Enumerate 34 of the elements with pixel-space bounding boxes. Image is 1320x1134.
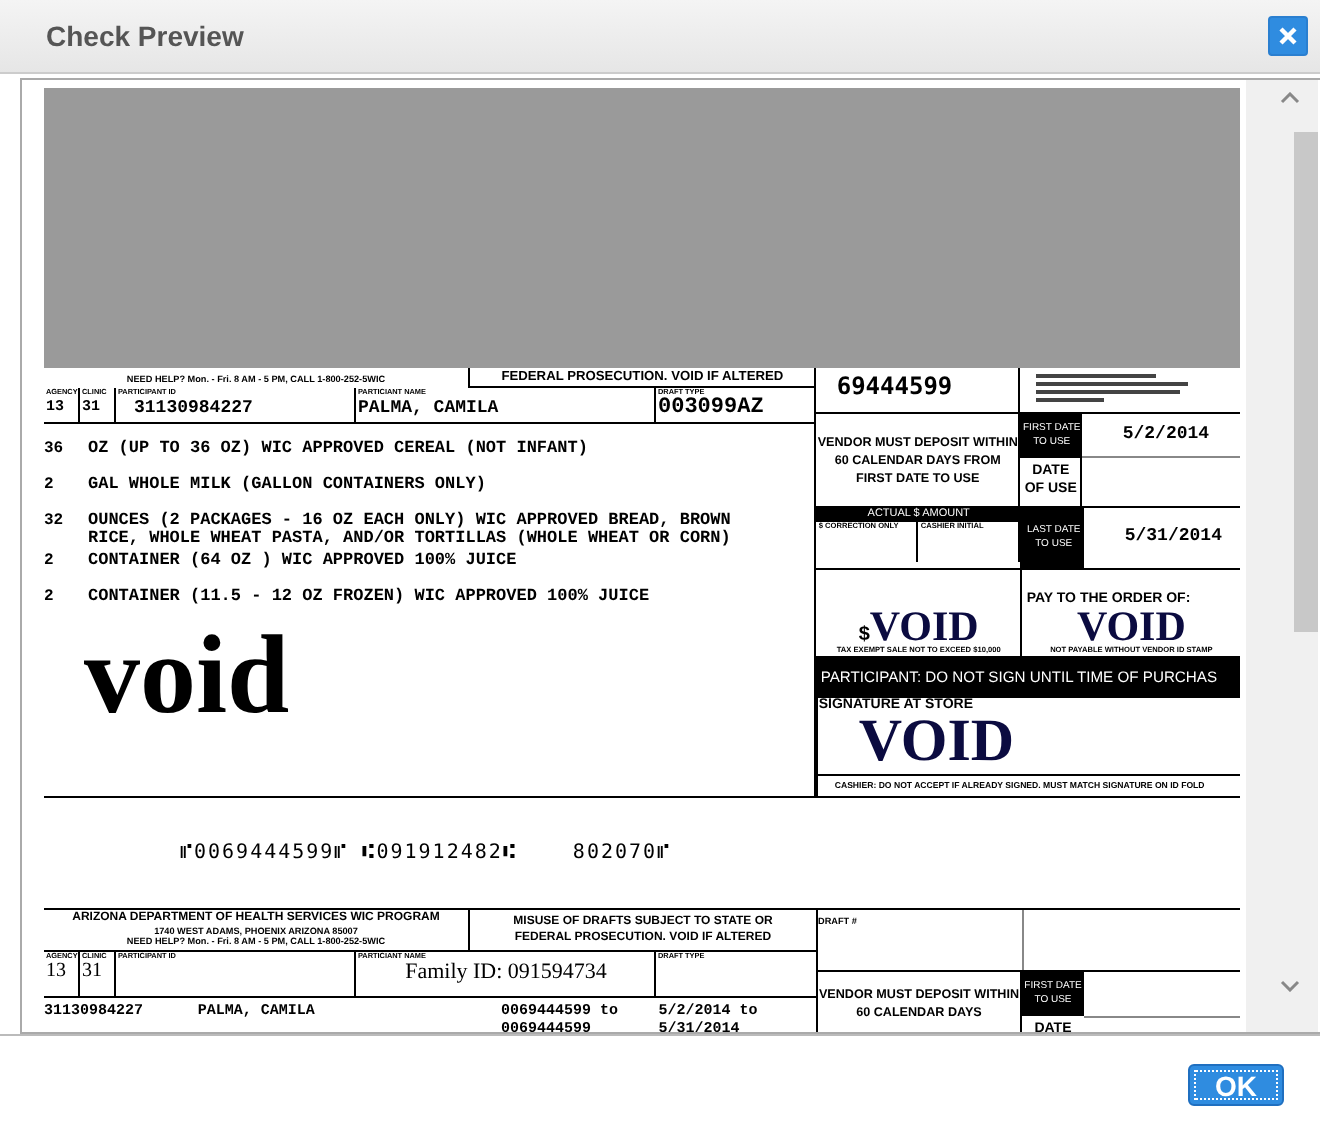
scrollbar[interactable] bbox=[1246, 80, 1318, 1032]
item-quantity: 36 bbox=[44, 440, 66, 458]
item-quantity: 2 bbox=[44, 588, 56, 606]
item-quantity: 32 bbox=[44, 512, 66, 534]
item-quantity: 2 bbox=[44, 476, 56, 494]
field-value: 31 bbox=[82, 962, 104, 982]
item-description: OZ (UP TO 36 OZ) WIC APPROVED CEREAL (NOT INFANT) bbox=[88, 440, 590, 458]
field-value: 31130984227 bbox=[132, 398, 255, 418]
close-icon bbox=[1278, 26, 1298, 46]
scroll-thumb[interactable] bbox=[1294, 132, 1318, 632]
draft-number: 69444599 bbox=[816, 368, 1021, 412]
micr-line: 802070⑈ bbox=[572, 842, 672, 864]
void-text: void bbox=[84, 624, 290, 728]
last-date: 5/31/2014 bbox=[1122, 524, 1224, 550]
scroll-up-icon[interactable] bbox=[1280, 92, 1300, 104]
item-description: GAL WHOLE MILK (GALLON CONTAINERS ONLY) bbox=[88, 476, 488, 494]
field-value: PALMA, CAMILA bbox=[358, 398, 501, 418]
item-description: CONTAINER (11.5 - 12 OZ FROZEN) WIC APPROVED 100% JUICE bbox=[88, 588, 652, 606]
signature-void: VOID bbox=[858, 712, 1017, 772]
field-value: 13 bbox=[46, 962, 68, 982]
first-date: 5/2/2014 bbox=[1082, 414, 1240, 458]
field-value: Family ID: 091594734 bbox=[405, 962, 607, 982]
item-description: OUNCES (2 PACKAGES - 16 OZ EACH ONLY) WIC APPROVED BREAD, BROWN RICE, WHOLE WHEAT PASTA, AND/OR TORTILLAS (WHOLE WHEAT OR CORN) bbox=[88, 512, 733, 548]
close-button[interactable] bbox=[1268, 16, 1308, 56]
dialog-title: Check Preview bbox=[46, 20, 244, 52]
ok-button[interactable]: OK bbox=[1188, 1064, 1284, 1106]
item-quantity: 2 bbox=[44, 552, 56, 570]
micr-line: ⑈0069444599⑈ ⑆091912482⑆ bbox=[180, 842, 517, 864]
dollar-sign: $ bbox=[858, 623, 870, 646]
scroll-down-icon[interactable] bbox=[1280, 980, 1300, 992]
item-description: CONTAINER (64 OZ ) WIC APPROVED 100% JUICE bbox=[88, 552, 519, 570]
amount-void: VOID bbox=[869, 605, 979, 646]
payee-void: VOID bbox=[1076, 605, 1186, 646]
field-value: 003099AZ bbox=[658, 398, 766, 420]
